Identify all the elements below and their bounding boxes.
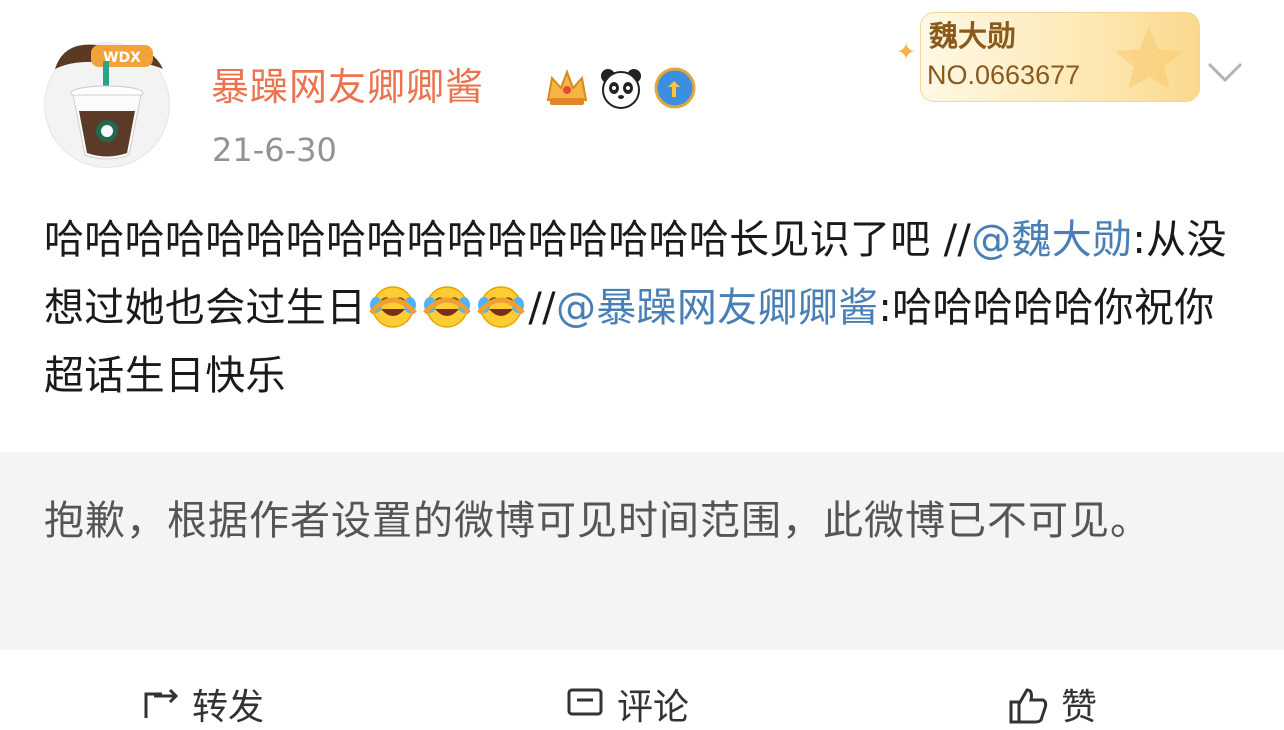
chevron-down-icon[interactable] <box>1205 58 1245 86</box>
mention-link[interactable]: @魏大勋 <box>971 217 1132 263</box>
post-text: 哈哈哈哈哈哈哈哈哈哈哈哈哈哈哈哈哈长见识了吧 // <box>44 217 972 263</box>
repost-button[interactable]: 转发 <box>140 678 264 730</box>
author-badges <box>544 66 698 110</box>
comment-icon <box>567 688 603 716</box>
like-button[interactable]: 赞 <box>1005 678 1097 730</box>
fan-card-name: 魏大勋 <box>929 19 1017 53</box>
laughing-crying-emoji <box>423 286 472 328</box>
post-content: 哈哈哈哈哈哈哈哈哈哈哈哈哈哈哈哈哈长见识了吧 //@魏大勋:从没想过她也会过生日… <box>44 206 1244 410</box>
action-bar: 转发 评论 赞 <box>0 650 1284 728</box>
author-name[interactable]: 暴躁网友卿卿酱 <box>211 64 484 110</box>
repost-label: 转发 <box>192 687 265 728</box>
star-icon <box>1115 27 1183 89</box>
post-time: 21-6-30 <box>212 131 337 169</box>
avatar[interactable]: WDX <box>44 42 170 168</box>
unavailable-notice: 抱歉，根据作者设置的微博可见时间范围，此微博已不可见。 <box>44 498 1151 544</box>
fan-card-number: NO.0663677 <box>927 60 1081 90</box>
repost-icon <box>144 688 179 718</box>
laughing-crying-emoji <box>477 286 526 328</box>
panda-icon[interactable] <box>598 66 644 110</box>
fan-card[interactable]: 魏大勋 NO.0663677 <box>920 12 1200 102</box>
thumbs-up-icon <box>1009 688 1048 724</box>
like-label: 赞 <box>1061 687 1098 728</box>
verified-shield-icon[interactable] <box>652 66 698 110</box>
post-text: // <box>528 285 556 331</box>
mention-link[interactable]: @暴躁网友卿卿酱 <box>556 285 878 331</box>
retweet-unavailable-box[interactable]: 抱歉，根据作者设置的微博可见时间范围，此微博已不可见。 <box>0 452 1284 650</box>
crown-icon[interactable] <box>544 66 590 110</box>
laughing-crying-emoji <box>369 286 418 328</box>
sparkle-icon: ✦ <box>896 38 917 66</box>
comment-button[interactable]: 评论 <box>565 678 689 730</box>
starbucks-cup-avatar: WDX <box>55 44 163 160</box>
comment-label: 评论 <box>617 687 690 728</box>
